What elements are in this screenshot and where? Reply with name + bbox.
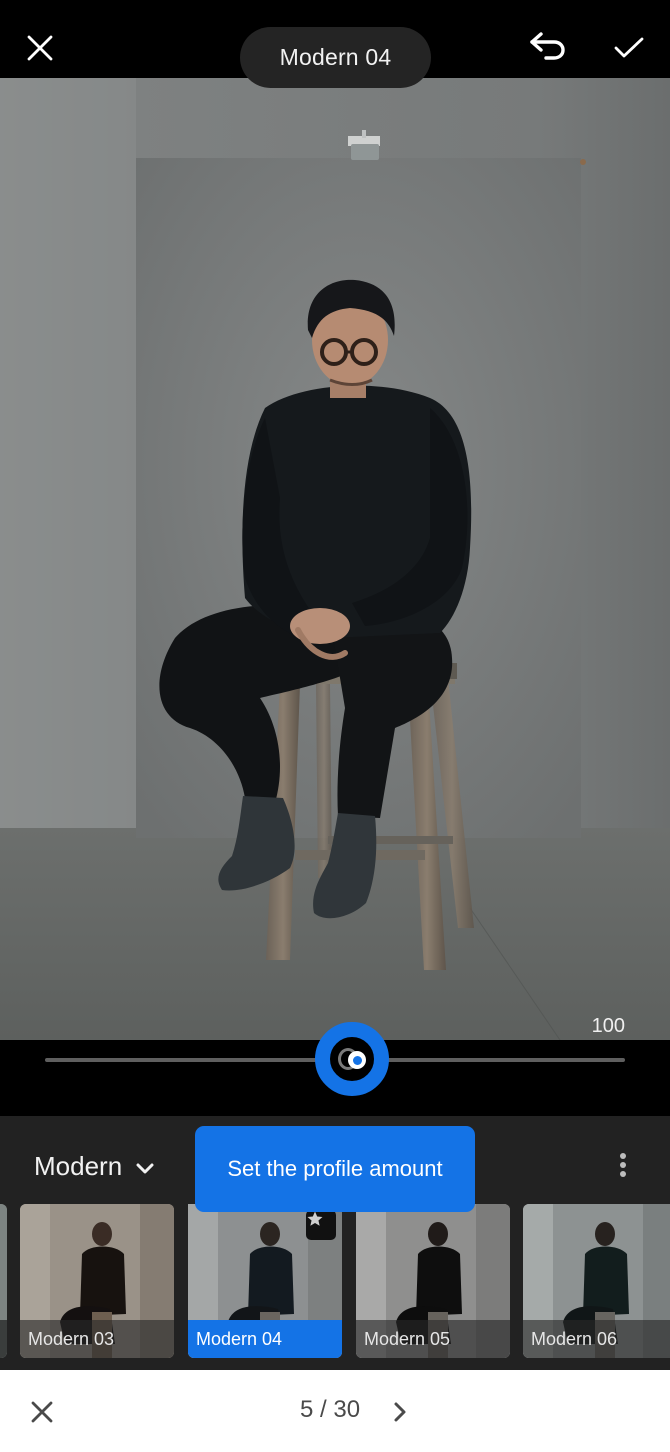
close-tour-button[interactable] — [26, 1396, 58, 1428]
photo-canvas[interactable] — [0, 78, 670, 1040]
chevron-down-icon — [136, 1163, 154, 1173]
profile-name-pill: Modern 04 — [240, 27, 431, 88]
profile-thumbnail[interactable]: Modern 05 — [356, 1204, 510, 1358]
checkmark-icon — [614, 37, 644, 58]
profile-thumbnail-previous[interactable] — [0, 1204, 7, 1358]
close-icon — [31, 1401, 53, 1423]
done-button[interactable] — [608, 28, 650, 68]
profile-group-dropdown[interactable]: Modern — [34, 1151, 154, 1182]
more-options-button[interactable] — [610, 1148, 636, 1182]
thumbnail-label: Modern 04 — [188, 1320, 342, 1358]
chevron-right-icon — [394, 1402, 406, 1422]
next-step-button[interactable] — [388, 1398, 412, 1426]
thumbnail-label: Modern 06 — [523, 1320, 670, 1358]
step-counter: 5 / 30 — [300, 1396, 361, 1423]
profile-thumbnail[interactable]: Modern 03 — [20, 1204, 174, 1358]
favorite-badge[interactable] — [306, 1210, 336, 1240]
undo-icon — [530, 32, 565, 60]
slider-thumb-center — [348, 1051, 367, 1069]
portrait-photo — [0, 78, 670, 1040]
close-button[interactable] — [20, 28, 60, 68]
profile-thumbnail-selected[interactable]: Modern 04 — [188, 1204, 342, 1358]
tour-navigation-bar: 5 / 30 — [0, 1370, 670, 1452]
profile-group-label: Modern — [34, 1151, 123, 1181]
profile-amount-value: 100 — [591, 1015, 625, 1037]
thumbnail-label: Modern 03 — [20, 1320, 174, 1358]
more-vertical-icon — [620, 1153, 626, 1159]
star-icon — [307, 1211, 323, 1226]
close-icon — [27, 35, 53, 61]
undo-button[interactable] — [524, 26, 570, 68]
coachmark-tooltip: Set the profile amount — [195, 1126, 475, 1212]
thumbnail-label: Modern 05 — [356, 1320, 510, 1358]
profile-amount-slider-thumb[interactable] — [315, 1022, 390, 1096]
profile-thumbnail[interactable]: Modern 06 — [523, 1204, 670, 1358]
profile-filmstrip[interactable]: Modern 03 Modern 04 Modern 05 Modern 06 — [0, 1204, 670, 1358]
